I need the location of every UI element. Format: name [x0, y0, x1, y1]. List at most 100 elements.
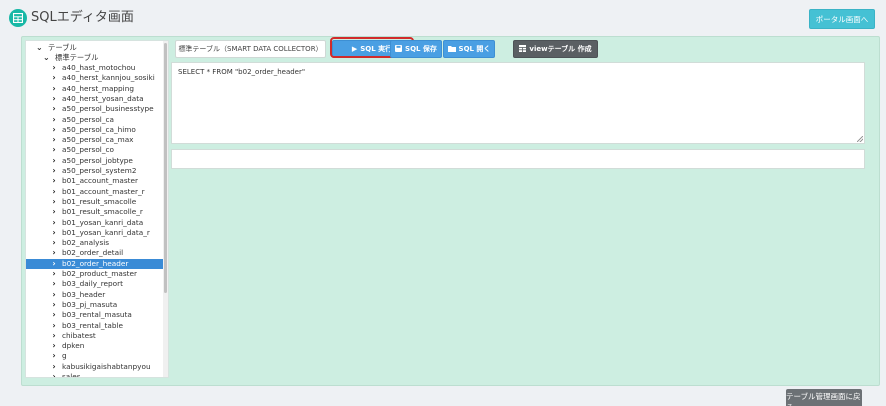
tree-item-a50_persol_ca_max[interactable]: › a50_persol_ca_max	[26, 135, 163, 145]
tree-item-b03_rental_masuta[interactable]: › b03_rental_masuta	[26, 310, 163, 320]
table-icon	[9, 9, 27, 27]
sql-save-button[interactable]: SQL 保存	[390, 40, 442, 58]
tree-scrollbar[interactable]	[163, 41, 168, 377]
chevron-right-icon[interactable]: ›	[50, 125, 58, 135]
chevron-right-icon[interactable]: ›	[50, 248, 58, 258]
chevron-right-icon[interactable]: ›	[50, 321, 58, 331]
chevron-right-icon[interactable]: ›	[50, 176, 58, 186]
tree-item-label: b03_daily_report	[62, 279, 123, 289]
chevron-right-icon[interactable]: ›	[50, 166, 58, 176]
chevron-right-icon[interactable]: ›	[50, 362, 58, 372]
chevron-right-icon[interactable]: ›	[50, 290, 58, 300]
chevron-right-icon[interactable]: ›	[50, 238, 58, 248]
tree-item-a40_hast_motochou[interactable]: › a40_hast_motochou	[26, 63, 163, 73]
tree-item-label: b01_result_smacolle	[62, 196, 137, 206]
tree-item-b02_order_detail[interactable]: › b02_order_detail	[26, 248, 163, 258]
tree-item-a50_persol_ca[interactable]: › a50_persol_ca	[26, 115, 163, 125]
tree-item-a50_persol_jobtype[interactable]: › a50_persol_jobtype	[26, 156, 163, 166]
chevron-right-icon[interactable]: ›	[50, 228, 58, 238]
chevron-right-icon[interactable]: ›	[50, 135, 58, 145]
tree-item-b03_daily_report[interactable]: › b03_daily_report	[26, 279, 163, 289]
tree-root[interactable]: ⌄ テーブル	[36, 43, 77, 53]
tree-item-b01_yosan_kanri_data[interactable]: › b01_yosan_kanri_data	[26, 218, 163, 228]
chevron-right-icon[interactable]: ›	[50, 73, 58, 83]
chevron-right-icon[interactable]: ›	[50, 207, 58, 217]
tree-item-a40_herst_yosan_data[interactable]: › a40_herst_yosan_data	[26, 94, 163, 104]
tree-item-a50_persol_system2[interactable]: › a50_persol_system2	[26, 166, 163, 176]
tree-item-a40_herst_mapping[interactable]: › a40_herst_mapping	[26, 84, 163, 94]
chevron-right-icon[interactable]: ›	[50, 310, 58, 320]
tree-item-b02_product_master[interactable]: › b02_product_master	[26, 269, 163, 279]
resize-handle[interactable]	[857, 136, 863, 142]
tree-item-label: b01_result_smacolle_r	[62, 207, 143, 217]
tree-item-label: b03_rental_table	[62, 320, 124, 330]
tree-item-b03_pj_masuta[interactable]: › b03_pj_masuta	[26, 300, 163, 310]
chevron-right-icon[interactable]: ›	[50, 156, 58, 166]
chevron-right-icon[interactable]: ›	[50, 351, 58, 361]
sql-editor-text: SELECT * FROM "b02_order_header"	[178, 68, 306, 76]
tree-item-dpken[interactable]: › dpken	[26, 341, 163, 351]
chevron-right-icon[interactable]: ›	[50, 372, 58, 377]
tree-item-b01_account_master[interactable]: › b01_account_master	[26, 176, 163, 186]
tree-item-a50_persol_ca_himo[interactable]: › a50_persol_ca_himo	[26, 125, 163, 135]
chevron-right-icon[interactable]: ›	[50, 94, 58, 104]
tree-item-g[interactable]: › g	[26, 351, 163, 361]
chevron-right-icon[interactable]: ›	[50, 269, 58, 279]
sql-editor[interactable]: SELECT * FROM "b02_order_header"	[171, 62, 865, 144]
tree-item-b01_account_master_r[interactable]: › b01_account_master_r	[26, 187, 163, 197]
portal-button[interactable]: ポータル画面へ	[809, 9, 875, 29]
page-title: SQLエディタ画面	[31, 10, 134, 25]
chevron-right-icon[interactable]: ›	[50, 331, 58, 341]
sql-save-label: SQL 保存	[405, 45, 437, 53]
tree-item-a50_persol_businesstype[interactable]: › a50_persol_businesstype	[26, 104, 163, 114]
chevron-right-icon[interactable]: ›	[50, 218, 58, 228]
tree-item-chibatest[interactable]: › chibatest	[26, 331, 163, 341]
tree-item-a50_persol_co[interactable]: › a50_persol_co	[26, 145, 163, 155]
tree-item-label: a50_persol_ca_max	[62, 135, 134, 145]
chevron-right-icon[interactable]: ›	[50, 341, 58, 351]
tree-item-label: chibatest	[62, 330, 96, 340]
tree-item-label: b01_account_master	[62, 176, 139, 186]
tree-scrollbar-thumb[interactable]	[164, 43, 167, 293]
tree-item-label: a50_persol_businesstype	[62, 104, 154, 114]
tree-item-b02_order_header[interactable]: › b02_order_header	[26, 258, 163, 269]
tree-item-b03_rental_table[interactable]: › b03_rental_table	[26, 321, 163, 331]
chevron-right-icon[interactable]: ›	[50, 197, 58, 207]
view-create-label: viewテーブル 作成	[529, 45, 592, 53]
tree-item-a40_herst_kannjou_sosiki[interactable]: › a40_herst_kannjou_sosiki	[26, 73, 163, 83]
tree-group[interactable]: ⌄ 標準テーブル	[43, 53, 98, 63]
tree-item-b01_result_smacolle[interactable]: › b01_result_smacolle	[26, 197, 163, 207]
chevron-right-icon[interactable]: ›	[50, 279, 58, 289]
tree-item-b03_header[interactable]: › b03_header	[26, 290, 163, 300]
folder-icon	[447, 45, 456, 54]
chevron-down-icon: ⌄	[43, 53, 50, 62]
tree-group-label: 標準テーブル	[55, 53, 99, 62]
view-create-button[interactable]: viewテーブル 作成	[513, 40, 598, 58]
tree-item-label: dpken	[62, 341, 85, 351]
tree-item-b02_analysis[interactable]: › b02_analysis	[26, 238, 163, 248]
table-selector-tab[interactable]: 標準テーブル（SMART DATA COLLECTOR）	[175, 40, 326, 58]
chevron-right-icon[interactable]: ›	[50, 145, 58, 155]
tree-item-label: b02_product_master	[62, 269, 138, 278]
chevron-right-icon[interactable]: ›	[50, 300, 58, 310]
tree-item-label: b03_header	[62, 289, 106, 299]
tree-item-b01_yosan_kanri_data_r[interactable]: › b01_yosan_kanri_data_r	[26, 228, 163, 238]
tree-item-label: a50_persol_co	[62, 145, 114, 155]
tree-item-label: b01_yosan_kanri_data_r	[62, 227, 150, 237]
tree-item-label: b01_yosan_kanri_data	[62, 217, 144, 227]
sql-open-button[interactable]: SQL 開く	[443, 40, 495, 58]
chevron-right-icon[interactable]: ›	[50, 63, 58, 73]
chevron-right-icon[interactable]: ›	[50, 104, 58, 114]
tree-item-b01_result_smacolle_r[interactable]: › b01_result_smacolle_r	[26, 207, 163, 217]
table-icon	[519, 44, 527, 54]
chevron-down-icon: ⌄	[36, 43, 43, 52]
chevron-right-icon[interactable]: ›	[50, 259, 58, 269]
chevron-right-icon[interactable]: ›	[50, 187, 58, 197]
save-icon	[395, 44, 403, 54]
back-to-table-management-button[interactable]: テーブル管理画面に戻る	[786, 389, 862, 406]
chevron-right-icon[interactable]: ›	[50, 84, 58, 94]
chevron-right-icon[interactable]: ›	[50, 115, 58, 125]
tree-item-kabusikigaishabtanpyou[interactable]: › kabusikigaishabtanpyou	[26, 362, 163, 372]
tree-item-label: b02_order_detail	[62, 248, 124, 258]
tree-item-sales[interactable]: › sales	[26, 372, 163, 377]
